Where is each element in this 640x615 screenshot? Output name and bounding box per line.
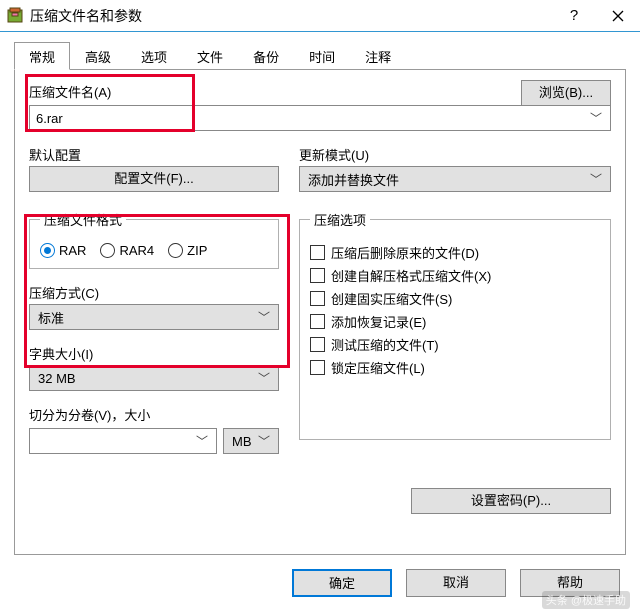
compression-method-combo[interactable]: 标准 ﹀ bbox=[29, 304, 279, 330]
tab-general[interactable]: 常规 bbox=[14, 42, 70, 70]
chevron-down-icon: ﹀ bbox=[196, 433, 208, 450]
radio-dot-icon bbox=[100, 243, 115, 258]
password-button[interactable]: 设置密码(P)... bbox=[411, 488, 611, 514]
close-button[interactable] bbox=[596, 0, 640, 32]
profiles-button[interactable]: 配置文件(F)... bbox=[29, 166, 279, 192]
compression-method-value: 标准 bbox=[38, 308, 64, 327]
options-legend: 压缩选项 bbox=[310, 210, 370, 229]
opt-sfx[interactable]: 创建自解压格式压缩文件(X) bbox=[310, 266, 600, 285]
split-label: 切分为分卷(V)，大小 bbox=[29, 405, 279, 424]
compression-method-label: 压缩方式(C) bbox=[29, 283, 279, 302]
checkbox-icon bbox=[310, 268, 325, 283]
browse-button[interactable]: 浏览(B)... bbox=[521, 80, 611, 106]
radio-dot-icon bbox=[168, 243, 183, 258]
default-profile-label: 默认配置 bbox=[29, 145, 279, 164]
tab-panel-general: 浏览(B)... 压缩文件名(A) 6.rar ﹀ 默认配置 配置文件(F)..… bbox=[14, 69, 626, 555]
update-mode-combo[interactable]: 添加并替换文件 ﹀ bbox=[299, 166, 611, 192]
options-fieldset: 压缩选项 压缩后删除原来的文件(D) 创建自解压格式压缩文件(X) 创建固实压缩… bbox=[299, 210, 611, 440]
chevron-down-icon: ﹀ bbox=[590, 171, 602, 188]
tab-options[interactable]: 选项 bbox=[126, 42, 182, 70]
cancel-button[interactable]: 取消 bbox=[406, 569, 506, 597]
dict-label: 字典大小(I) bbox=[29, 344, 279, 363]
dict-combo[interactable]: 32 MB ﹀ bbox=[29, 365, 279, 391]
opt-test[interactable]: 测试压缩的文件(T) bbox=[310, 335, 600, 354]
opt-delete-after[interactable]: 压缩后删除原来的文件(D) bbox=[310, 243, 600, 262]
update-mode-label: 更新模式(U) bbox=[299, 145, 611, 164]
checkbox-icon bbox=[310, 291, 325, 306]
filename-input[interactable]: 6.rar ﹀ bbox=[29, 105, 611, 131]
split-unit-combo[interactable]: MB ﹀ bbox=[223, 428, 279, 454]
checkbox-icon bbox=[310, 245, 325, 260]
chevron-down-icon: ﹀ bbox=[258, 433, 270, 450]
format-fieldset: 压缩文件格式 RAR RAR4 ZIP bbox=[29, 210, 279, 269]
tab-bar: 常规 高级 选项 文件 备份 时间 注释 bbox=[14, 42, 626, 70]
radio-zip[interactable]: ZIP bbox=[168, 243, 207, 258]
dict-value: 32 MB bbox=[38, 371, 76, 386]
update-mode-value: 添加并替换文件 bbox=[308, 170, 399, 189]
opt-recovery[interactable]: 添加恢复记录(E) bbox=[310, 312, 600, 331]
tab-advanced[interactable]: 高级 bbox=[70, 42, 126, 70]
chevron-down-icon: ﹀ bbox=[258, 309, 270, 326]
radio-dot-icon bbox=[40, 243, 55, 258]
split-size-combo[interactable]: ﹀ bbox=[29, 428, 217, 454]
radio-rar[interactable]: RAR bbox=[40, 243, 86, 258]
tab-comment[interactable]: 注释 bbox=[350, 42, 406, 70]
checkbox-icon bbox=[310, 314, 325, 329]
watermark: 头条 @极速手助 bbox=[542, 591, 630, 609]
format-legend: 压缩文件格式 bbox=[40, 210, 126, 229]
ok-button[interactable]: 确定 bbox=[292, 569, 392, 597]
tab-time[interactable]: 时间 bbox=[294, 42, 350, 70]
winrar-icon bbox=[6, 7, 24, 25]
tab-backup[interactable]: 备份 bbox=[238, 42, 294, 70]
chevron-down-icon: ﹀ bbox=[590, 110, 602, 127]
tab-files[interactable]: 文件 bbox=[182, 42, 238, 70]
chevron-down-icon: ﹀ bbox=[258, 370, 270, 387]
opt-solid[interactable]: 创建固实压缩文件(S) bbox=[310, 289, 600, 308]
split-unit: MB bbox=[232, 434, 252, 449]
window-title: 压缩文件名和参数 bbox=[30, 6, 552, 26]
checkbox-icon bbox=[310, 360, 325, 375]
opt-lock[interactable]: 锁定压缩文件(L) bbox=[310, 358, 600, 377]
titlebar: 压缩文件名和参数 ? bbox=[0, 0, 640, 32]
filename-value: 6.rar bbox=[36, 111, 63, 126]
help-button[interactable]: ? bbox=[552, 0, 596, 32]
checkbox-icon bbox=[310, 337, 325, 352]
radio-rar4[interactable]: RAR4 bbox=[100, 243, 154, 258]
